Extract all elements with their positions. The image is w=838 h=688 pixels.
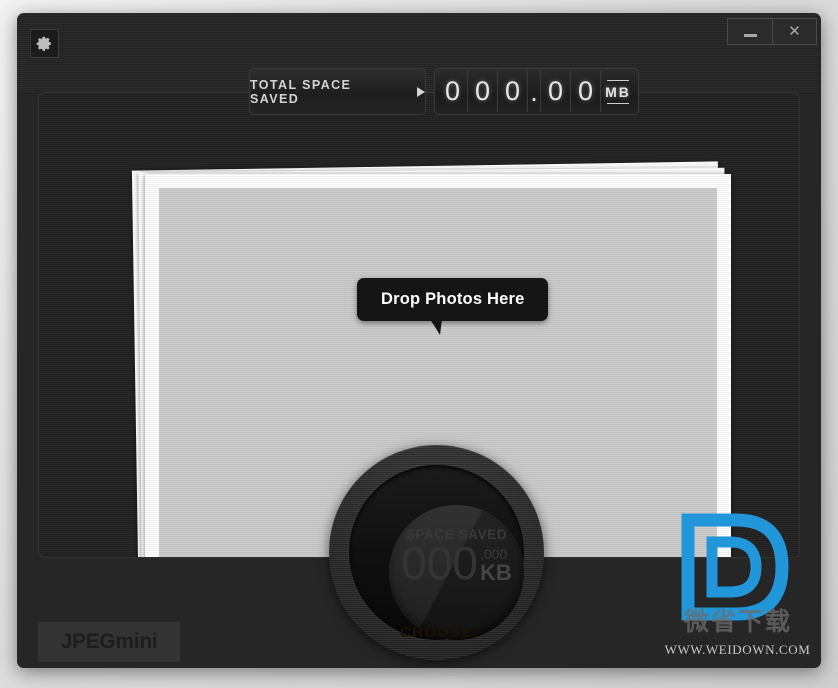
- counter-unit: MB: [601, 71, 635, 112]
- dial-value-suffix: .000 KB: [480, 547, 512, 586]
- close-button[interactable]: ✕: [772, 18, 817, 45]
- counter-digit: 0: [498, 71, 528, 112]
- dial-readout: SPACE SAVED 000 .000 KB: [389, 505, 524, 640]
- drop-photos-tooltip: Drop Photos Here: [357, 278, 549, 335]
- dial-unit-label: KB: [479, 559, 512, 585]
- window-controls: ✕: [727, 18, 817, 45]
- dial-decimal: .000: [479, 545, 508, 562]
- counter-unit-label: MB: [605, 83, 631, 100]
- jpegmini-logo-text: JPEGmini: [60, 630, 158, 653]
- dial-value-row: 000 .000 KB: [401, 540, 512, 586]
- minimize-icon: [743, 34, 757, 37]
- dial-value: 000: [401, 537, 478, 589]
- space-saved-dial: SPACE SAVED 000 .000 KB CHOOSE: [329, 445, 544, 660]
- jpegmini-logo: JPEGmini: [38, 622, 180, 662]
- choose-button-label[interactable]: CHOOSE: [329, 624, 544, 641]
- dial-face: SPACE SAVED 000 .000 KB: [389, 505, 524, 640]
- unit-rule-bottom: [607, 102, 629, 104]
- counter-decimal-point: .: [528, 71, 541, 112]
- counter-digit: 0: [468, 71, 498, 112]
- tooltip-tail: [430, 319, 442, 335]
- unit-rule-top: [607, 79, 629, 81]
- drop-photos-tooltip-label: Drop Photos Here: [357, 278, 549, 321]
- total-space-saved-label: TOTAL SPACE SAVED: [250, 77, 352, 106]
- gear-icon: [36, 36, 51, 51]
- total-space-saved-button[interactable]: TOTAL SPACE SAVED: [249, 68, 426, 115]
- minimize-button[interactable]: [727, 18, 772, 45]
- counter-digit: 0: [541, 71, 571, 112]
- counter-digit: 0: [571, 71, 601, 112]
- dial-inner-ring: SPACE SAVED 000 .000 KB: [349, 465, 524, 640]
- jpegmini-application-window: ✕ TOTAL SPACE SAVED 0 0 0 . 0 0 MB Drop …: [17, 13, 821, 668]
- space-saved-digits-panel: 0 0 0 . 0 0 MB: [434, 68, 639, 115]
- total-space-saved-counter: TOTAL SPACE SAVED 0 0 0 . 0 0 MB: [249, 68, 639, 115]
- play-triangle-icon: [417, 86, 425, 97]
- counter-digit: 0: [438, 71, 468, 112]
- settings-button[interactable]: [30, 29, 59, 58]
- close-icon: ✕: [788, 23, 801, 40]
